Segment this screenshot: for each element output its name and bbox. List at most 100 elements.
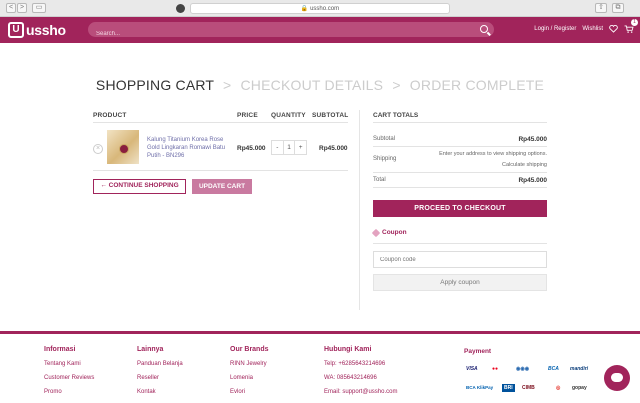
footer-informasi: Informasi Tentang Kami Customer Reviews …	[44, 346, 94, 403]
bca-klikpay-logo-icon: BCA KlikPay	[466, 385, 494, 390]
forward-button[interactable]: >	[17, 3, 27, 13]
subtotal-label: Subtotal	[373, 136, 396, 142]
quantity-decrease-button[interactable]: -	[272, 141, 283, 154]
gopay-logo-icon: gopay	[572, 385, 587, 391]
payment-logos-row-1: VISA ●● ◉◉◉ BCA mandiri	[466, 365, 596, 375]
site-favicon-icon	[176, 4, 185, 13]
bri-logo-icon: BRI	[502, 384, 515, 392]
coupon-heading-text: Coupon	[382, 229, 407, 236]
footer-link-promo[interactable]: Promo	[44, 389, 94, 395]
totals-divider	[373, 187, 547, 188]
proceed-to-checkout-button[interactable]: PROCEED TO CHECKOUT	[373, 200, 547, 217]
footer-link-reseller[interactable]: Reseller	[137, 375, 183, 381]
footer-whatsapp-link[interactable]: WA: 085643214696	[324, 375, 397, 381]
step-separator: >	[223, 77, 232, 93]
chat-bubble-icon[interactable]	[604, 365, 630, 391]
footer-informasi-title: Informasi	[44, 346, 76, 353]
apply-coupon-button[interactable]: Apply coupon	[373, 274, 547, 291]
column-price: PRICE	[237, 112, 258, 119]
quantity-input[interactable]: 1	[282, 141, 296, 154]
footer-link-lomenia[interactable]: Lomenia	[230, 375, 269, 381]
logo-text: ussho	[26, 22, 66, 38]
footer-link-kontak[interactable]: Kontak	[137, 389, 183, 395]
wishlist-link[interactable]: Wishlist	[582, 26, 603, 32]
footer-link-customer-reviews[interactable]: Customer Reviews	[44, 375, 94, 381]
column-quantity: QUANTITY	[271, 112, 306, 119]
footer-lainnya: Lainnya Panduan Belanja Reseller Kontak	[137, 346, 183, 403]
address-bar[interactable]: 🔒 ussho.com	[190, 3, 450, 14]
payment-logos-row-2: BCA KlikPay BRI CIMB ◎ gopay	[466, 384, 596, 394]
back-button[interactable]: <	[6, 3, 16, 13]
visa-logo-icon: VISA	[466, 366, 478, 372]
footer-hubungi: Hubungi Kami Telp: +6285643214696 WA: 08…	[324, 346, 397, 403]
total-value: Rp45.000	[518, 177, 547, 184]
mandiri-logo-icon: mandiri	[570, 366, 589, 372]
totals-divider	[373, 122, 547, 123]
tag-icon	[371, 228, 381, 237]
browser-toolbar: < > ▭ 🔒 ussho.com ⇧ ⧉	[0, 0, 640, 17]
footer-phone-link[interactable]: Telp: +6285643214696	[324, 361, 397, 367]
column-subtotal: SUBTOTAL	[312, 112, 349, 119]
remove-item-button[interactable]: ×	[93, 144, 103, 154]
heart-icon[interactable]	[609, 25, 618, 33]
login-register-link[interactable]: Login / Register	[534, 26, 576, 32]
footer-brands: Our Brands RINN Jewelry Lomenia Evlori	[230, 346, 269, 403]
site-footer: Informasi Tentang Kami Customer Reviews …	[0, 331, 640, 400]
header-divider	[93, 122, 348, 123]
column-product: PRODUCT	[93, 112, 127, 119]
header-links: Login / Register Wishlist	[534, 25, 634, 33]
quantity-stepper: - 1 +	[271, 140, 307, 155]
shipping-note: Enter your address to view shipping opti…	[439, 151, 547, 157]
product-name-link[interactable]: Kalung Titanium Korea Rose Gold Lingkara…	[147, 136, 231, 160]
footer-link-evlori[interactable]: Evlori	[230, 389, 269, 395]
footer-link-tentang-kami[interactable]: Tentang Kami	[44, 361, 94, 367]
site-header: U ussho Login / Register Wishlist 1	[0, 17, 640, 43]
product-thumbnail[interactable]	[107, 130, 139, 164]
subtotal-value: Rp45.000	[518, 136, 547, 143]
step-checkout-details[interactable]: CHECKOUT DETAILS	[241, 77, 384, 93]
mastercard-logo-icon: ●●	[492, 366, 499, 372]
search-input[interactable]	[88, 26, 468, 42]
bca-logo-icon: BCA	[548, 366, 559, 372]
cart-icon[interactable]	[624, 25, 634, 33]
cimb-logo-icon: CIMB	[522, 385, 535, 391]
bank-network-logo-icon: ◉◉◉	[516, 366, 530, 372]
address-bar-url: ussho.com	[310, 6, 340, 12]
checkout-steps: SHOPPING CART > CHECKOUT DETAILS > ORDER…	[0, 77, 640, 93]
sidebar-toggle-button[interactable]: ▭	[32, 3, 46, 13]
search-icon[interactable]	[480, 25, 488, 33]
step-shopping-cart[interactable]: SHOPPING CART	[96, 77, 214, 93]
footer-link-rinn-jewelry[interactable]: RINN Jewelry	[230, 361, 269, 367]
item-subtotal: Rp45.000	[319, 145, 348, 152]
search-bar	[88, 22, 494, 42]
update-cart-button[interactable]: UPDATE CART	[192, 179, 252, 194]
coupon-code-input[interactable]	[373, 251, 547, 268]
site-logo[interactable]: U ussho	[8, 21, 66, 39]
footer-link-panduan-belanja[interactable]: Panduan Belanja	[137, 361, 183, 367]
footer-lainnya-title: Lainnya	[137, 346, 164, 353]
cart-totals-heading: CART TOTALS	[373, 112, 419, 119]
tabs-button[interactable]: ⧉	[612, 3, 624, 13]
footer-email-link[interactable]: Email: support@ussho.com	[324, 389, 397, 395]
item-price: Rp45.000	[237, 145, 266, 152]
footer-payment-title: Payment	[464, 348, 492, 355]
step-order-complete: ORDER COMPLETE	[409, 77, 545, 93]
totals-divider	[373, 146, 547, 147]
coupon-heading: Coupon	[371, 228, 407, 237]
total-label: Total	[373, 177, 386, 183]
share-button[interactable]: ⇧	[595, 3, 607, 13]
row-divider	[93, 170, 348, 171]
coupon-divider	[373, 243, 547, 244]
wallet-logo-icon: ◎	[556, 385, 561, 391]
footer-brands-title: Our Brands	[230, 346, 269, 353]
footer-hubungi-title: Hubungi Kami	[324, 346, 372, 353]
continue-shopping-button[interactable]: ← CONTINUE SHOPPING	[93, 179, 186, 194]
calculate-shipping-link[interactable]: Calculate shipping	[502, 162, 547, 168]
logo-mark: U	[8, 22, 24, 38]
step-separator: >	[392, 77, 401, 93]
cart-totals: CART TOTALS Subtotal Rp45.000 Shipping E…	[371, 112, 547, 291]
shipping-label: Shipping	[373, 156, 397, 162]
totals-divider	[373, 172, 547, 173]
quantity-increase-button[interactable]: +	[295, 141, 306, 154]
cart-count-badge: 1	[631, 19, 638, 26]
